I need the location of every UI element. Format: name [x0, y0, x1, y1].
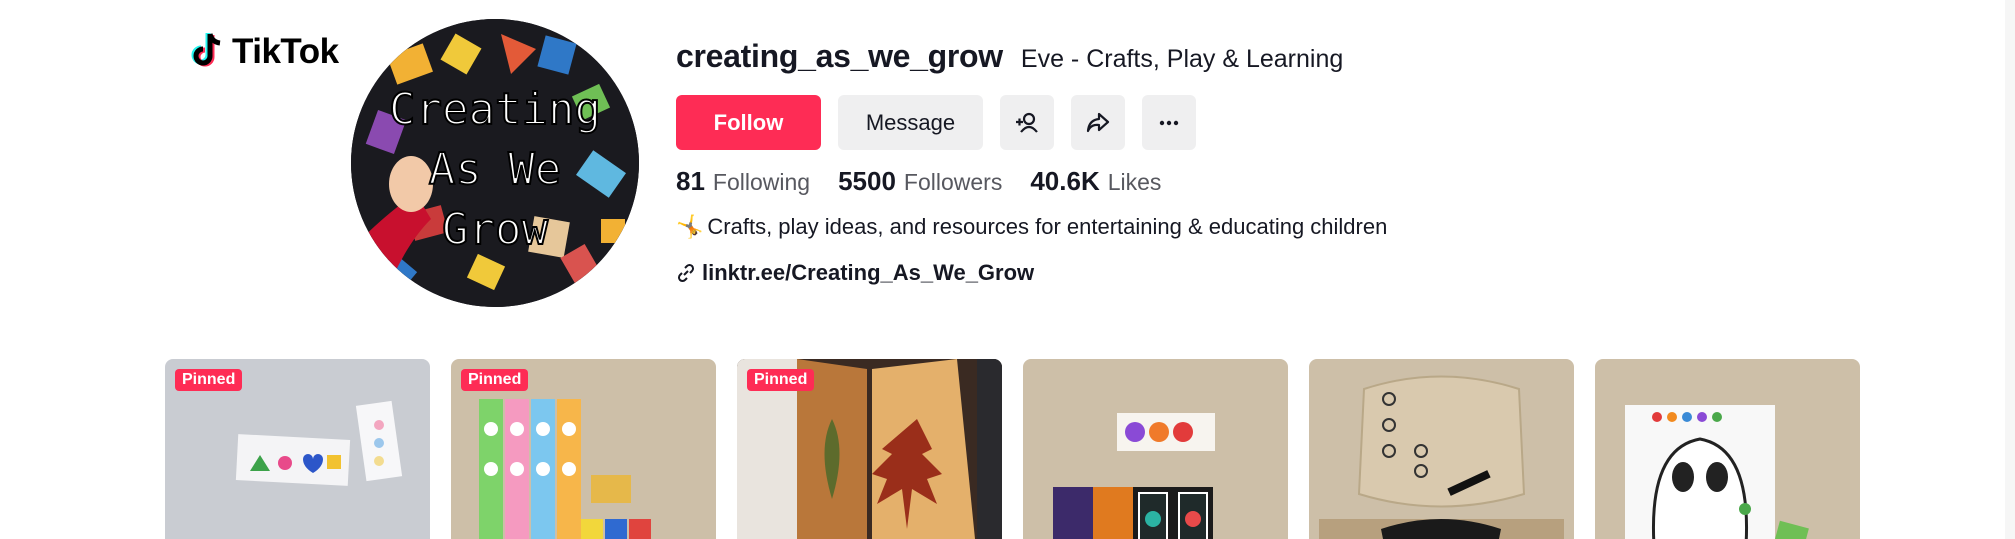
message-button[interactable]: Message	[838, 95, 983, 150]
name-row: creating_as_we_grow Eve - Crafts, Play &…	[676, 38, 1776, 80]
video-thumbnail	[1023, 359, 1288, 539]
link-icon	[677, 263, 695, 283]
video-thumbnail	[1309, 359, 1574, 539]
likes-count: 40.6K	[1030, 166, 1100, 196]
more-options-button[interactable]	[1142, 95, 1196, 150]
avatar-text-line-1: Creating	[389, 84, 601, 135]
username: creating_as_we_grow	[676, 38, 1003, 74]
share-icon	[1086, 112, 1110, 132]
profile-header: creating_as_we_grow Eve - Crafts, Play &…	[676, 38, 1776, 285]
pinned-badge: Pinned	[747, 369, 815, 391]
video-thumbnail	[1595, 359, 1860, 539]
followers-label: Followers	[903, 169, 1003, 195]
nickname: Eve - Crafts, Play & Learning	[1020, 45, 1344, 73]
action-buttons: Follow Message	[676, 95, 1196, 150]
following-count: 81	[676, 166, 705, 196]
tiktok-logo[interactable]: TikTok	[186, 30, 339, 74]
pinned-badge: Pinned	[461, 369, 529, 391]
cartwheel-emoji-icon: 🤸	[676, 214, 704, 239]
video-card[interactable]	[1595, 359, 1860, 539]
share-button[interactable]	[1071, 95, 1125, 150]
likes-stat: 40.6K Likes	[1030, 166, 1161, 197]
following-label: Following	[712, 169, 811, 195]
video-card[interactable]: Pinned	[165, 359, 430, 539]
profile-stats: 81 Following 5500 Followers 40.6K Likes	[676, 166, 1161, 197]
logo-wordmark: TikTok	[232, 32, 339, 71]
follow-button[interactable]: Follow	[676, 95, 821, 150]
add-friend-button[interactable]	[1000, 95, 1054, 150]
pinned-badge: Pinned	[175, 369, 243, 391]
followers-stat[interactable]: 5500 Followers	[838, 166, 1002, 197]
followers-count: 5500	[838, 166, 896, 196]
avatar-image: Creating As We Grow	[351, 19, 639, 307]
page-scrollbar[interactable]	[2005, 0, 2015, 539]
profile-avatar[interactable]: Creating As We Grow	[351, 19, 639, 307]
profile-bio: 🤸 Crafts, play ideas, and resources for …	[676, 214, 1387, 240]
profile-link-text: linktr.ee/Creating_As_We_Grow	[702, 260, 1035, 285]
bio-text: Crafts, play ideas, and resources for en…	[707, 214, 1388, 239]
avatar-text-line-3: Grow	[442, 204, 548, 255]
more-icon	[1159, 120, 1179, 125]
avatar-text-line-2: As We	[429, 144, 561, 195]
profile-link[interactable]: linktr.ee/Creating_As_We_Grow	[676, 260, 1034, 286]
tiktok-logo-icon	[191, 33, 221, 67]
likes-label: Likes	[1107, 169, 1162, 195]
video-card[interactable]	[1309, 359, 1574, 539]
video-card[interactable]	[1023, 359, 1288, 539]
video-card[interactable]: Pinned	[451, 359, 716, 539]
following-stat[interactable]: 81 Following	[676, 166, 810, 197]
video-card[interactable]: Pinned	[737, 359, 1002, 539]
video-grid: Pinned Pinned Pinned	[165, 359, 1860, 539]
add-friend-icon	[1016, 112, 1038, 133]
